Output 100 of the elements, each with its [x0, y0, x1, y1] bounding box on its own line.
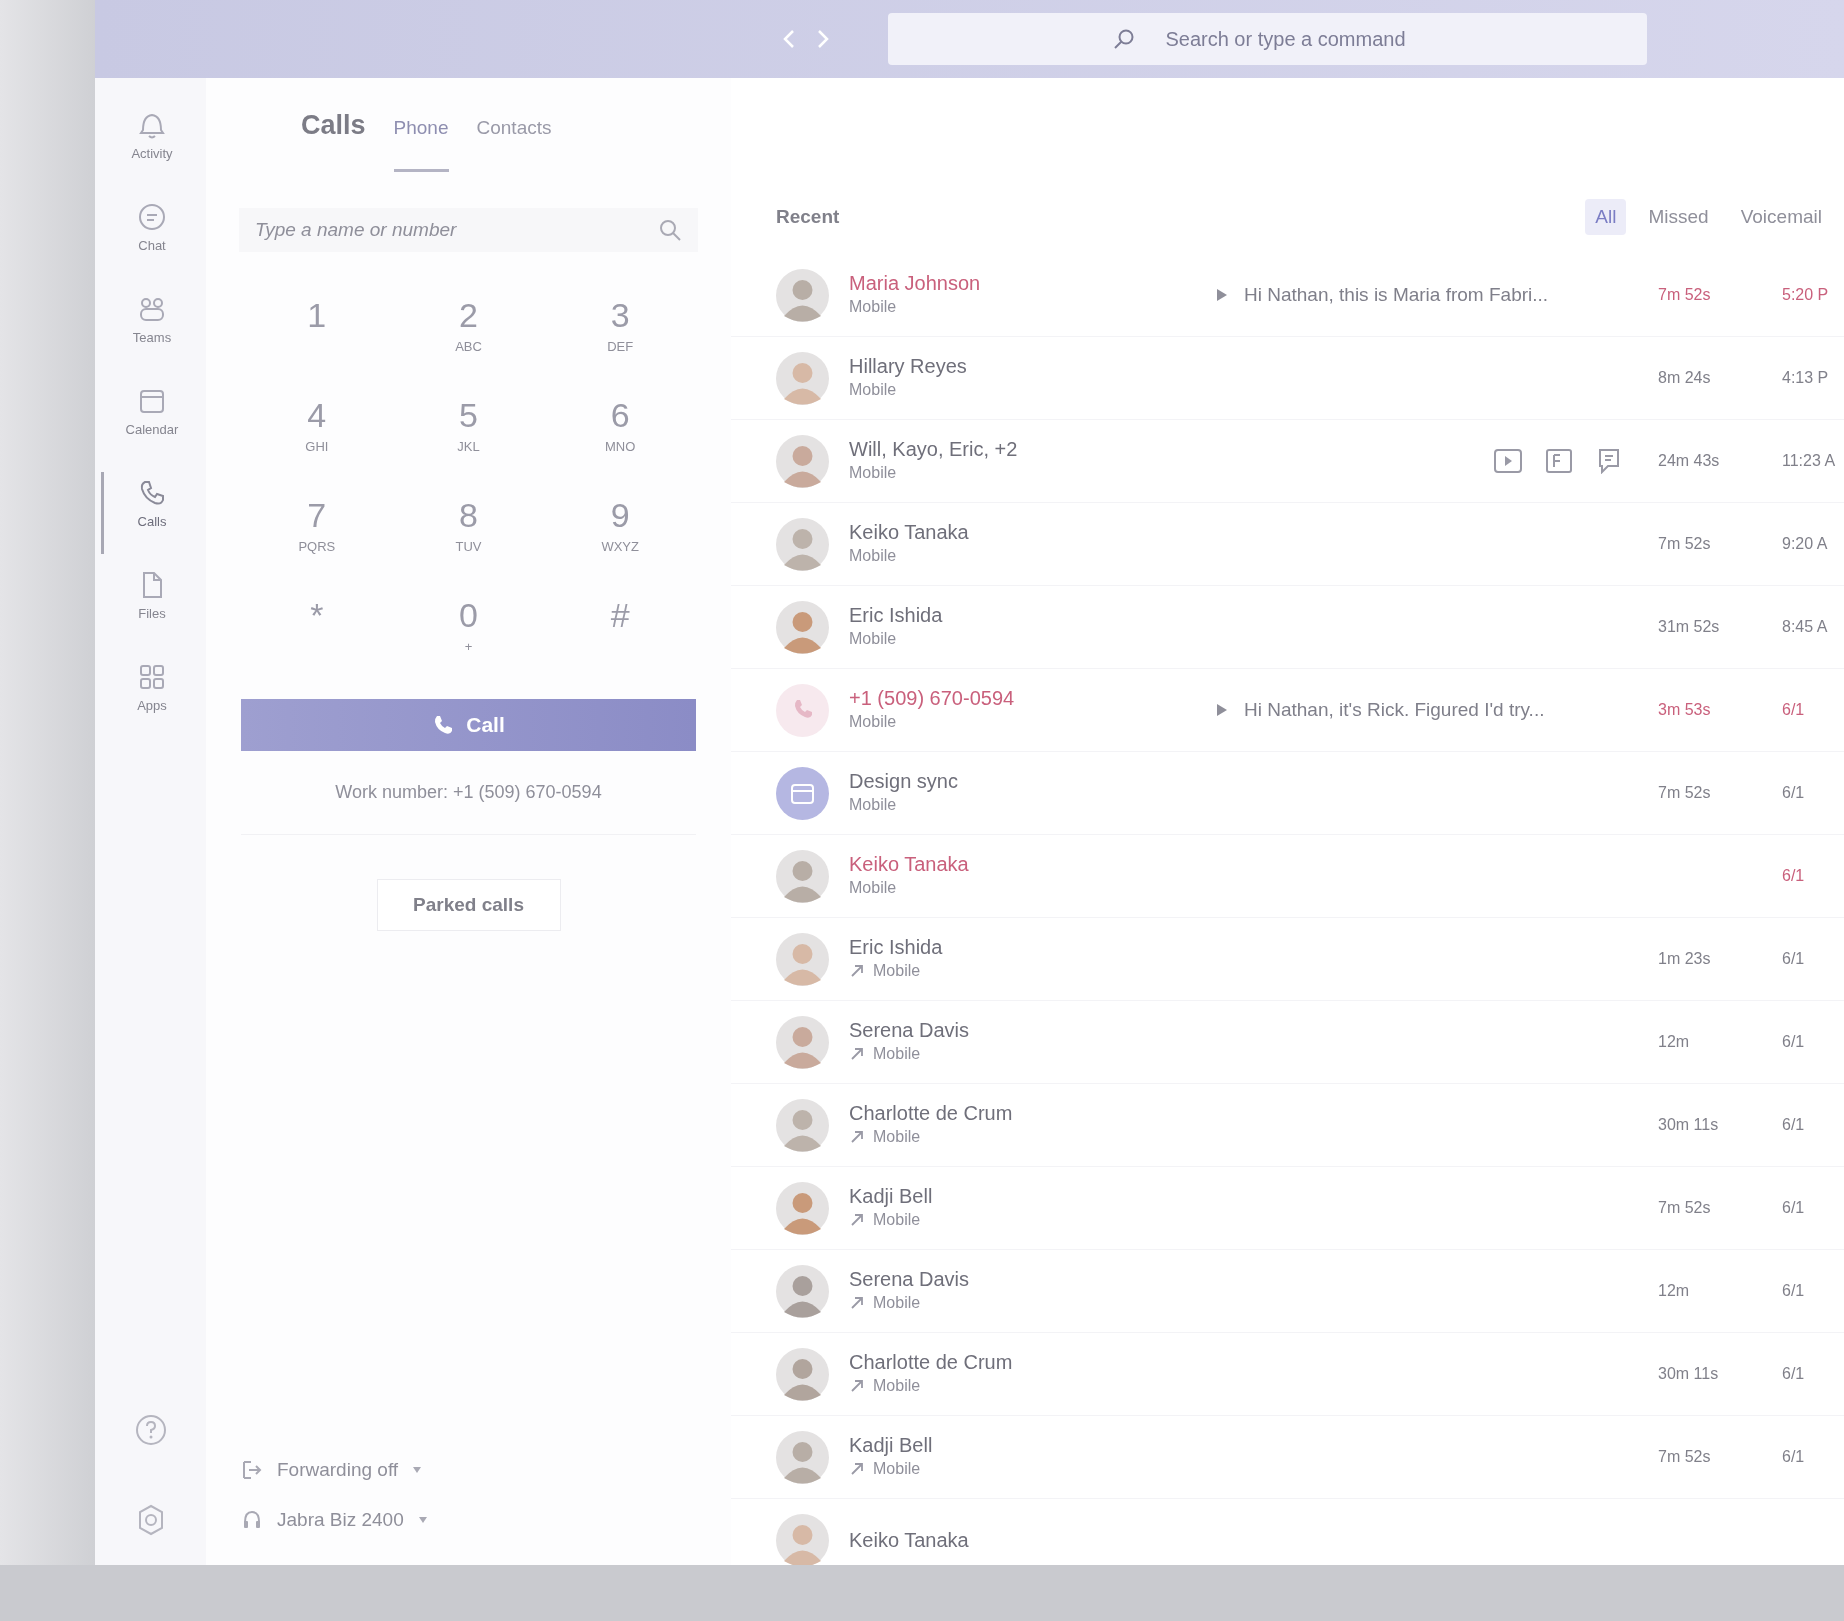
call-type: Mobile	[849, 795, 897, 815]
keypad-key[interactable]: 3 DEF	[544, 289, 696, 389]
play-icon[interactable]	[1216, 703, 1228, 717]
call-time: 6/1	[1782, 1281, 1805, 1301]
call-time: 6/1	[1782, 1198, 1805, 1218]
outgoing-arrow-icon	[849, 1129, 865, 1145]
contact-name: Will, Kayo, Eric, +2	[849, 437, 1019, 461]
rail-item[interactable]: Files	[100, 564, 201, 646]
call-type: Mobile	[849, 463, 897, 483]
chat-icon	[137, 202, 167, 232]
back-icon[interactable]	[782, 28, 796, 50]
footer-dropdown[interactable]: Forwarding off	[241, 1455, 696, 1485]
contact-name: Eric Ishida	[849, 935, 944, 959]
call-duration: 24m 43s	[1658, 452, 1720, 469]
call-type: Mobile	[873, 1127, 921, 1147]
call-duration: 12m	[1658, 1033, 1690, 1050]
keypad-key[interactable]: *	[241, 589, 393, 689]
voicemail-preview: Hi Nathan, this is Maria from Fabri...	[1244, 282, 1549, 307]
page-title: Calls	[301, 112, 366, 139]
search-field[interactable]: Type a name or number	[239, 208, 698, 252]
contact-name: Charlotte de Crum	[849, 1101, 1014, 1125]
search-icon	[658, 218, 682, 242]
footer-dropdown[interactable]: Jabra Biz 2400	[241, 1505, 696, 1535]
rail-item[interactable]: Chat	[100, 196, 201, 278]
contact-name: Charlotte de Crum	[849, 1350, 1014, 1374]
keypad-key[interactable]: 4 GHI	[241, 389, 393, 489]
keypad-key[interactable]: 9 WXYZ	[544, 489, 696, 589]
apps-icon	[137, 662, 167, 692]
call-type: Mobile	[873, 1044, 921, 1064]
section-title: Recent	[776, 204, 840, 229]
call-type: Mobile	[849, 546, 897, 566]
rail-item[interactable]: Teams	[100, 288, 201, 370]
filter-tab[interactable]: Voicemail	[1730, 198, 1832, 236]
call-time: 5:20 P	[1782, 285, 1829, 305]
contact-name: Keiko Tanaka	[849, 852, 970, 876]
call-duration: 3m 53s	[1658, 701, 1711, 718]
call-duration: 7m 52s	[1658, 784, 1711, 801]
call-duration: 31m 52s	[1658, 618, 1720, 635]
keypad-key[interactable]: 8 TUV	[392, 489, 545, 589]
keypad-key[interactable]: 1	[241, 289, 393, 389]
keypad-key[interactable]: 5 JKL	[392, 389, 545, 489]
call-type: Mobile	[849, 629, 897, 649]
filter-tab[interactable]: Missed	[1638, 198, 1719, 236]
phone-icon	[432, 714, 455, 736]
rail-item[interactable]: Calls	[100, 472, 201, 554]
work-number: Work number: +1 (509) 670-0594	[334, 781, 603, 804]
call-duration: 7m 52s	[1658, 286, 1711, 303]
contact-name: Serena Davis	[849, 1018, 971, 1042]
call-time: 9:20 A	[1782, 534, 1828, 554]
tab[interactable]: Phone	[393, 112, 449, 172]
call-type: Mobile	[873, 961, 921, 981]
rail-item[interactable]: Activity	[100, 104, 201, 186]
play-icon[interactable]	[1216, 288, 1228, 302]
call-time: 6/1	[1782, 866, 1805, 886]
document-icon[interactable]	[1546, 449, 1572, 473]
call-time: 6/1	[1782, 1032, 1805, 1052]
call-time: 6/1	[1782, 783, 1805, 803]
call-type: Mobile	[849, 297, 897, 317]
forward-icon[interactable]	[816, 28, 830, 50]
call-duration: 8m 24s	[1658, 369, 1711, 386]
keypad-key[interactable]: 0 +	[392, 589, 545, 689]
outgoing-arrow-icon	[849, 1461, 865, 1477]
call-duration: 30m 11s	[1658, 1116, 1719, 1133]
tab[interactable]: Contacts	[476, 112, 552, 172]
call-duration: 12m	[1658, 1282, 1690, 1299]
caret-icon	[417, 1516, 428, 1524]
contact-name: Serena Davis	[849, 1267, 971, 1291]
call-duration: 1m 23s	[1658, 950, 1711, 967]
call-time: 6/1	[1782, 700, 1805, 720]
call-duration: 7m 52s	[1658, 1448, 1711, 1465]
call-type: Mobile	[849, 712, 897, 732]
outgoing-arrow-icon	[849, 1378, 865, 1394]
call-type: Mobile	[873, 1293, 921, 1313]
rail-item[interactable]: Calendar	[100, 380, 201, 462]
keypad-key[interactable]: #	[544, 589, 696, 689]
play-video-icon[interactable]	[1494, 449, 1522, 473]
search-field[interactable]: Search or type a command	[888, 13, 1647, 65]
call-type: Mobile	[873, 1459, 921, 1479]
keypad-key[interactable]: 7 PQRS	[241, 489, 393, 589]
voicemail-preview: Hi Nathan, it's Rick. Figured I'd try...	[1244, 697, 1545, 722]
keypad-key[interactable]: 6 MNO	[544, 389, 696, 489]
rail-item[interactable]: Apps	[100, 656, 201, 738]
call-type: Mobile	[849, 878, 897, 898]
contact-name: Keiko Tanaka	[849, 1528, 970, 1552]
call-time: 6/1	[1782, 1447, 1805, 1467]
call-duration: 7m 52s	[1658, 535, 1711, 552]
call-button[interactable]: Call	[241, 699, 696, 751]
parked-calls-button[interactable]: Parked calls	[376, 879, 561, 931]
call-time: 4:13 P	[1782, 368, 1829, 388]
help-icon[interactable]	[133, 1413, 168, 1447]
filter-tab[interactable]: All	[1585, 198, 1627, 236]
headset-icon	[241, 1509, 263, 1531]
keypad-key[interactable]: 2 ABC	[392, 289, 545, 389]
chat-icon[interactable]	[1596, 448, 1622, 474]
outgoing-arrow-icon	[849, 1212, 865, 1228]
outgoing-arrow-icon	[849, 1046, 865, 1062]
call-type: Mobile	[873, 1210, 921, 1230]
contact-name: +1 (509) 670-0594	[849, 686, 1016, 710]
call-duration: 30m 11s	[1658, 1365, 1719, 1382]
call-time: 6/1	[1782, 949, 1805, 969]
